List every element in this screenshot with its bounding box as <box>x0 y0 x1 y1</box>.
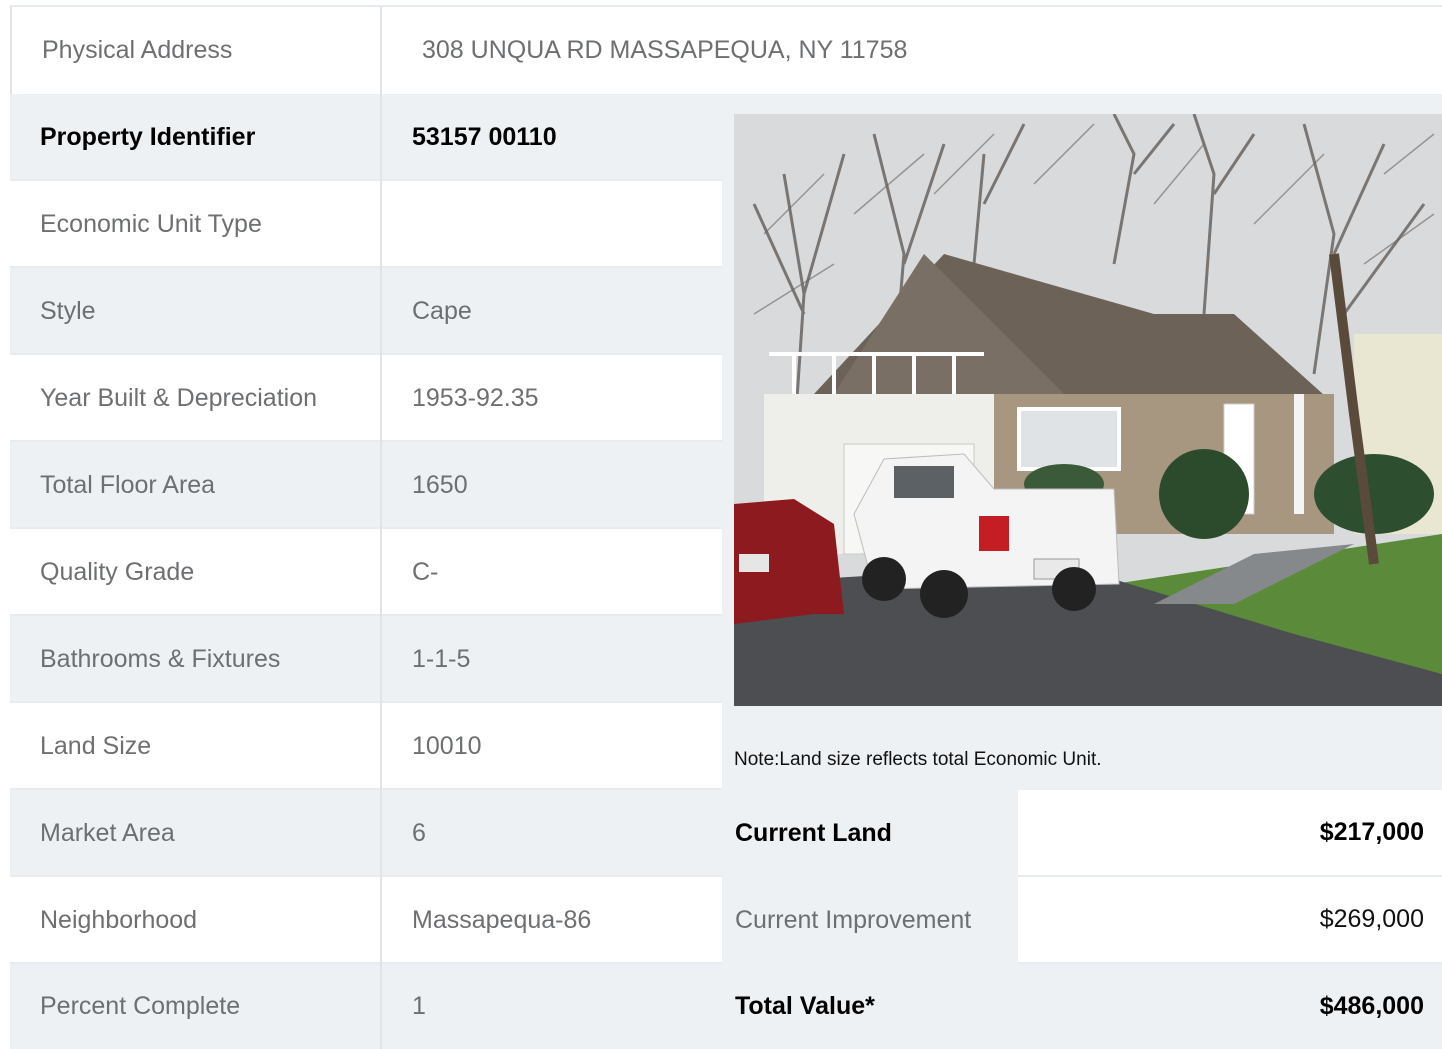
percent-complete-label: Percent Complete <box>10 964 382 1049</box>
bathrooms-value: 1-1-5 <box>412 645 471 673</box>
current-improvement-label: Current Improvement <box>722 877 1018 964</box>
table-row: Year Built & Depreciation 1953-92.35 <box>10 355 722 442</box>
percent-complete-value: 1 <box>412 992 426 1020</box>
current-improvement-value: $269,000 <box>1018 877 1442 964</box>
table-row: Land Size 10010 <box>10 703 722 790</box>
total-floor-area-value: 1650 <box>412 471 468 499</box>
property-identifier-label: Property Identifier <box>10 94 382 181</box>
table-row: Style Cape <box>10 268 722 355</box>
current-land-label: Current Land <box>722 790 1018 877</box>
address-label: Physical Address <box>10 7 382 94</box>
market-area-value: 6 <box>412 819 426 847</box>
economic-unit-type-value <box>382 181 722 268</box>
property-identifier-value: 53157 00110 <box>412 123 557 151</box>
table-row: Quality Grade C- <box>10 529 722 616</box>
quality-grade-label: Quality Grade <box>10 529 382 616</box>
total-floor-area-label: Total Floor Area <box>10 442 382 529</box>
total-value-value: $486,000 <box>1018 964 1442 1049</box>
total-value-label: Total Value* <box>722 964 1018 1049</box>
year-built-label: Year Built & Depreciation <box>10 355 382 442</box>
land-size-label: Land Size <box>10 703 382 790</box>
table-row: Neighborhood Massapequa-86 <box>10 877 722 964</box>
style-label: Style <box>10 268 382 355</box>
neighborhood-value: Massapequa-86 <box>412 906 592 934</box>
house-photo-icon <box>734 114 1442 706</box>
table-row: Economic Unit Type <box>10 181 722 268</box>
economic-unit-type-label: Economic Unit Type <box>10 181 382 268</box>
neighborhood-label: Neighborhood <box>10 877 382 964</box>
quality-grade-value: C- <box>412 558 439 586</box>
table-row: Bathrooms & Fixtures 1-1-5 <box>10 616 722 703</box>
land-size-note: Note:Land size reflects total Economic U… <box>734 749 1102 770</box>
address-value: 308 UNQUA RD MASSAPEQUA, NY 11758 <box>382 7 1442 94</box>
current-land-value: $217,000 <box>1018 790 1442 877</box>
market-area-label: Market Area <box>10 790 382 877</box>
table-row: Percent Complete 1 <box>10 964 722 1049</box>
property-photo[interactable] <box>734 114 1442 706</box>
land-size-value: 10010 <box>412 732 482 760</box>
style-value: Cape <box>412 297 472 325</box>
year-built-value: 1953-92.35 <box>412 384 539 412</box>
table-row: Total Floor Area 1650 <box>10 442 722 529</box>
table-row: Property Identifier 53157 00110 <box>10 94 722 181</box>
attributes-table: Property Identifier 53157 00110 Economic… <box>10 94 722 1049</box>
table-row: Market Area 6 <box>10 790 722 877</box>
bathrooms-label: Bathrooms & Fixtures <box>10 616 382 703</box>
